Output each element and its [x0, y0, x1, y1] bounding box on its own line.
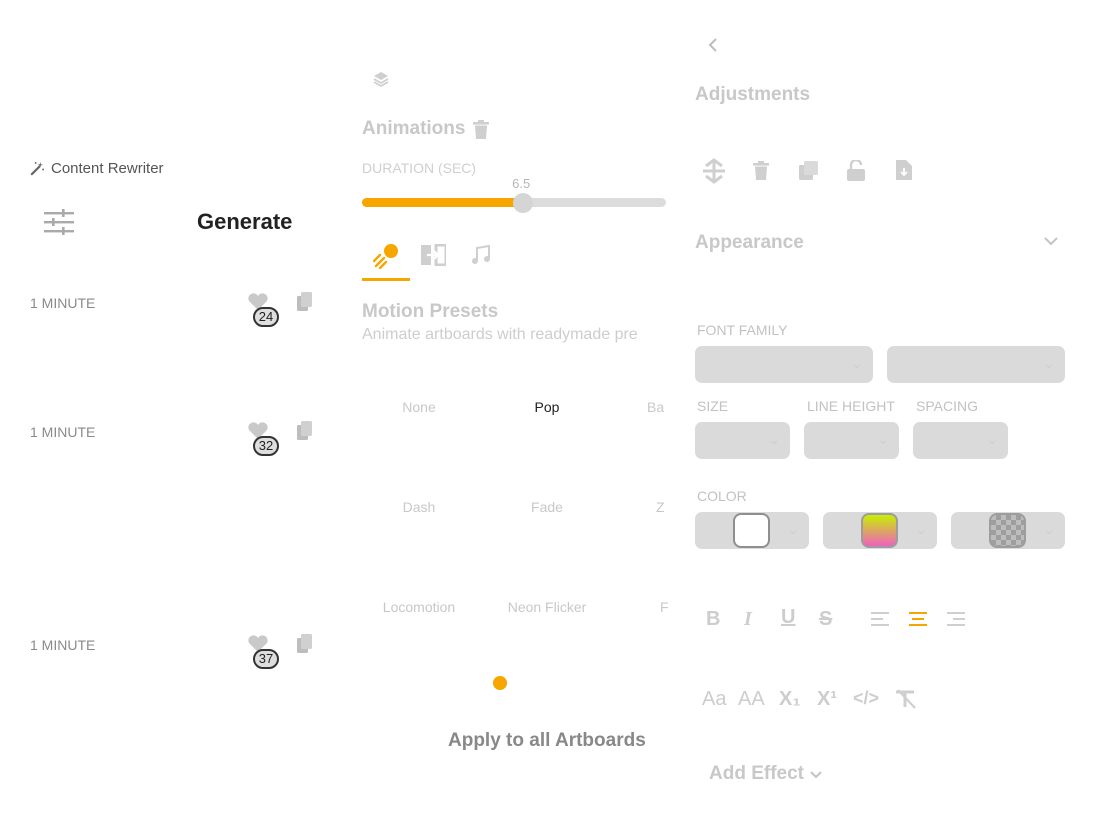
add-effect-label: Add Effect [709, 763, 804, 784]
delete-icon[interactable] [753, 161, 769, 180]
line-height-label: LINE HEIGHT [807, 398, 895, 414]
preset-pop[interactable]: Pop [492, 399, 602, 415]
font-weight-select[interactable]: ⌄ [887, 346, 1065, 383]
align-right-icon[interactable] [947, 612, 965, 626]
content-rewriter-title: Content Rewriter [51, 160, 164, 177]
font-family-label: FONT FAMILY [697, 322, 788, 338]
uppercase-button[interactable]: AA [738, 688, 765, 711]
layers-icon[interactable] [373, 71, 389, 87]
underline-icon[interactable]: U [781, 606, 795, 629]
preset-fade[interactable]: Fade [492, 499, 602, 515]
music-tab-icon[interactable] [471, 245, 491, 265]
chevron-down-icon: ⌄ [768, 431, 780, 447]
preset-locomotion[interactable]: Locomotion [364, 599, 474, 615]
arrange-icon[interactable] [701, 158, 727, 184]
result-time: 1 MINUTE [30, 295, 96, 311]
like-count-badge: 24 [253, 307, 279, 327]
result-time: 1 MINUTE [30, 424, 96, 440]
chevron-down-icon: ⌄ [851, 355, 863, 371]
add-effect-button[interactable]: Add Effect [709, 763, 822, 785]
unlock-icon[interactable] [847, 160, 865, 181]
spacing-select[interactable]: ⌄ [913, 422, 1008, 459]
copy-icon[interactable] [297, 421, 313, 440]
subscript-button[interactable]: X₁ [779, 688, 801, 711]
back-chevron-icon[interactable] [707, 37, 719, 53]
chevron-down-icon: ⌄ [986, 431, 998, 447]
chevron-down-icon: ⌄ [877, 431, 889, 447]
like-count-badge: 32 [253, 436, 279, 456]
color-label: COLOR [697, 488, 747, 504]
gradient-color-select[interactable]: ⌄ [823, 512, 937, 549]
duplicate-icon[interactable] [799, 161, 819, 180]
chevron-down-icon[interactable] [1043, 235, 1059, 247]
clear-format-icon[interactable] [894, 689, 918, 709]
chevron-down-icon [810, 770, 822, 778]
line-height-select[interactable]: ⌄ [804, 422, 899, 459]
settings-sliders-icon[interactable] [44, 209, 74, 235]
italic-icon[interactable]: I [744, 608, 752, 631]
bold-icon[interactable]: B [706, 608, 720, 631]
adjustments-title: Adjustments [695, 84, 811, 105]
motion-presets-subtitle: Animate artboards with readymade pre [362, 326, 638, 343]
align-left-icon[interactable] [871, 612, 889, 626]
motion-presets-title: Motion Presets [362, 301, 499, 322]
chevron-down-icon: ⌄ [915, 521, 927, 537]
duration-slider-thumb[interactable] [513, 193, 534, 213]
align-center-icon[interactable] [909, 612, 927, 626]
preset-f[interactable]: F [660, 599, 670, 615]
download-file-icon[interactable] [896, 160, 912, 180]
background-color-select[interactable]: ⌄ [951, 512, 1065, 549]
apply-all-artboards-button[interactable]: Apply to all Artboards [448, 730, 646, 752]
copy-icon[interactable] [297, 292, 313, 311]
copy-icon[interactable] [297, 634, 313, 653]
duration-value: 6.5 [512, 176, 531, 191]
size-label: SIZE [697, 398, 729, 414]
preset-z[interactable]: Z [656, 499, 668, 515]
spacing-label: SPACING [916, 398, 978, 414]
transparent-color-swatch[interactable] [989, 513, 1026, 548]
chevron-down-icon: ⌄ [787, 521, 799, 537]
animations-header: Animations [362, 118, 490, 140]
duration-slider-fill [362, 198, 524, 207]
chevron-down-icon: ⌄ [1043, 355, 1055, 371]
duration-label: DURATION (SEC) [362, 160, 477, 176]
gradient-color-swatch[interactable] [861, 513, 898, 548]
motion-tab-icon[interactable] [373, 243, 399, 269]
code-button[interactable]: </> [853, 688, 879, 709]
animations-title: Animations [362, 118, 466, 139]
text-color-select[interactable]: ⌄ [695, 512, 809, 549]
active-tab-indicator [362, 278, 410, 281]
preset-none[interactable]: None [364, 399, 474, 415]
pagination-dot[interactable] [493, 676, 507, 690]
font-family-select[interactable]: ⌄ [695, 346, 873, 383]
trash-icon[interactable] [473, 119, 490, 139]
generate-button[interactable]: Generate [197, 209, 292, 235]
appearance-title[interactable]: Appearance [695, 232, 804, 254]
size-select[interactable]: ⌄ [695, 422, 790, 459]
superscript-button[interactable]: X¹ [817, 688, 837, 711]
sentence-case-button[interactable]: Aa [702, 688, 726, 711]
preset-ba[interactable]: Ba [647, 399, 667, 415]
chevron-down-icon: ⌄ [1043, 521, 1055, 537]
magic-wand-icon [30, 161, 45, 176]
like-count-badge: 37 [253, 649, 279, 669]
white-color-swatch[interactable] [733, 513, 770, 548]
result-time: 1 MINUTE [30, 637, 96, 653]
preset-neon-flicker[interactable]: Neon Flicker [492, 599, 602, 615]
strikethrough-icon[interactable]: S [819, 608, 832, 631]
content-rewriter-header: Content Rewriter [30, 160, 164, 177]
preset-dash[interactable]: Dash [364, 499, 474, 515]
transition-tab-icon[interactable] [421, 244, 446, 266]
